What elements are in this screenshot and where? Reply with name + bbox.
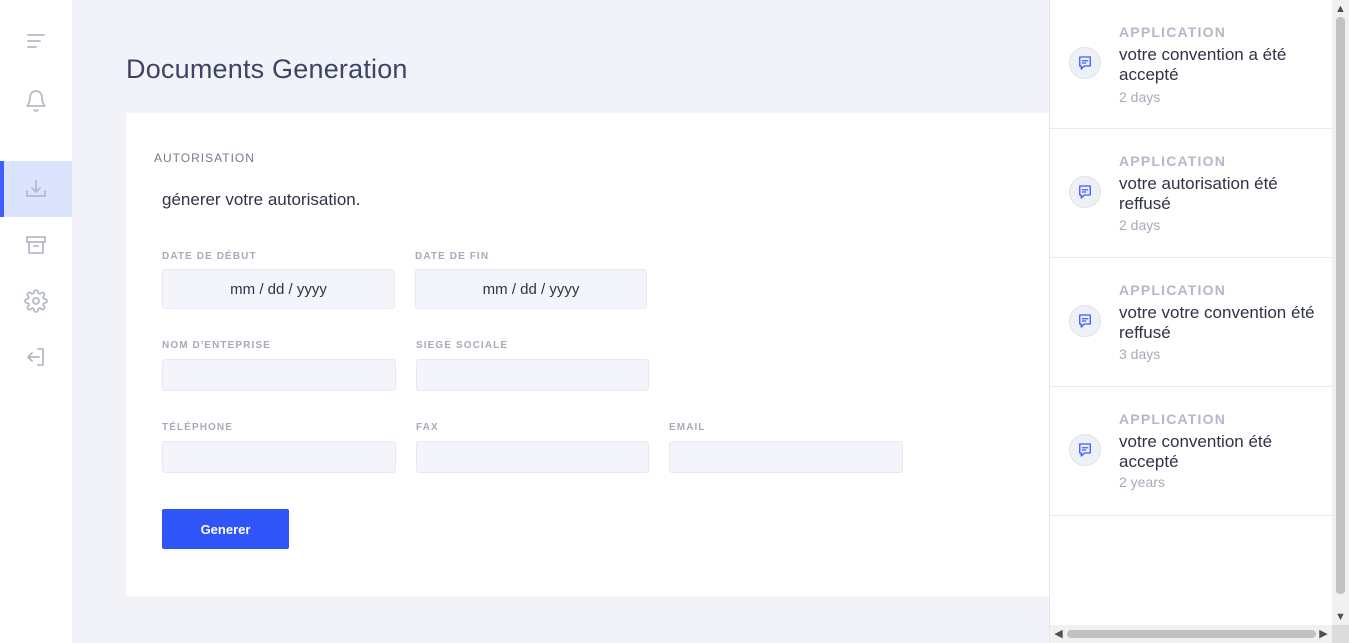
scroll-left-arrow-icon[interactable]: ◀ bbox=[1050, 625, 1067, 642]
notification-time: 3 days bbox=[1119, 346, 1161, 362]
message-icon bbox=[1069, 176, 1101, 208]
notification-item[interactable]: APPLICATION votre autorisation été reffu… bbox=[1050, 129, 1332, 258]
notification-message: votre votre convention été reffusé bbox=[1119, 303, 1315, 342]
telephone-label: TÉLÉPHONE bbox=[162, 422, 234, 433]
nom-entreprise-input[interactable] bbox=[162, 359, 396, 391]
fax-label: FAX bbox=[416, 422, 439, 433]
notifications-list: APPLICATION votre convention a été accep… bbox=[1050, 0, 1332, 625]
scroll-down-arrow-icon[interactable]: ▼ bbox=[1332, 608, 1349, 625]
email-label: EMAIL bbox=[669, 422, 706, 433]
vertical-scrollbar[interactable]: ▲ ▼ bbox=[1332, 0, 1349, 625]
message-icon bbox=[1069, 434, 1101, 466]
message-icon bbox=[1069, 47, 1101, 79]
menu-lines-icon bbox=[27, 34, 45, 48]
sidebar-item-archive[interactable] bbox=[0, 217, 72, 273]
siege-sociale-input[interactable] bbox=[416, 359, 649, 391]
gear-icon bbox=[24, 289, 48, 313]
notification-time: 2 years bbox=[1119, 474, 1165, 490]
sidebar-item-documents[interactable] bbox=[0, 161, 72, 217]
notification-time: 2 days bbox=[1119, 89, 1161, 105]
notification-item[interactable]: APPLICATION votre convention été accepté… bbox=[1050, 387, 1332, 516]
logout-icon bbox=[27, 348, 44, 366]
notification-category: APPLICATION bbox=[1119, 153, 1227, 169]
notification-message: votre autorisation été reffusé bbox=[1119, 174, 1278, 213]
notification-item[interactable]: APPLICATION votre votre convention été r… bbox=[1050, 258, 1332, 387]
date-debut-label: DATE DE DÉBUT bbox=[162, 251, 257, 262]
horizontal-scroll-thumb[interactable] bbox=[1067, 630, 1316, 638]
notification-category: APPLICATION bbox=[1119, 282, 1227, 298]
sidebar-item-logout[interactable] bbox=[0, 329, 72, 385]
scrollbar-corner bbox=[1332, 625, 1349, 643]
card-description: génerer votre autorisation. bbox=[162, 190, 361, 209]
nom-entreprise-label: NOM D'ENTEPRISE bbox=[162, 340, 271, 351]
date-fin-input[interactable]: mm / dd / yyyy bbox=[415, 269, 647, 309]
date-fin-label: DATE DE FIN bbox=[415, 251, 490, 262]
message-icon bbox=[1069, 305, 1101, 337]
autorisation-card: AUTORISATION génerer votre autorisation.… bbox=[126, 113, 1076, 596]
telephone-input[interactable] bbox=[162, 441, 396, 473]
siege-sociale-label: SIEGE SOCIALE bbox=[416, 340, 509, 351]
archive-box-icon bbox=[26, 236, 46, 254]
vertical-scroll-thumb[interactable] bbox=[1336, 17, 1345, 594]
notification-category: APPLICATION bbox=[1119, 24, 1227, 40]
fax-input[interactable] bbox=[416, 441, 649, 473]
notification-message: votre convention a été accepté bbox=[1119, 45, 1287, 84]
page-title: Documents Generation bbox=[126, 54, 408, 84]
download-tray-icon bbox=[26, 180, 46, 197]
generer-button[interactable]: Generer bbox=[162, 509, 289, 549]
scroll-right-arrow-icon[interactable]: ▶ bbox=[1315, 625, 1332, 642]
notification-item[interactable]: APPLICATION votre convention a été accep… bbox=[1050, 0, 1332, 129]
date-debut-input[interactable]: mm / dd / yyyy bbox=[162, 269, 395, 309]
horizontal-scrollbar[interactable]: ◀ ▶ bbox=[1050, 625, 1332, 643]
email-input[interactable] bbox=[669, 441, 903, 473]
sidebar-item-notifications[interactable] bbox=[0, 73, 72, 129]
scroll-up-arrow-icon[interactable]: ▲ bbox=[1332, 0, 1349, 17]
card-title: AUTORISATION bbox=[154, 151, 255, 165]
notification-time: 2 days bbox=[1119, 217, 1161, 233]
menu-toggle-button[interactable] bbox=[0, 13, 72, 69]
notification-message: votre convention été accepté bbox=[1119, 432, 1273, 471]
notification-category: APPLICATION bbox=[1119, 411, 1227, 427]
notifications-panel: APPLICATION votre convention a été accep… bbox=[1049, 0, 1349, 643]
sidebar bbox=[0, 0, 72, 643]
bell-icon bbox=[26, 90, 46, 112]
sidebar-item-settings[interactable] bbox=[0, 273, 72, 329]
